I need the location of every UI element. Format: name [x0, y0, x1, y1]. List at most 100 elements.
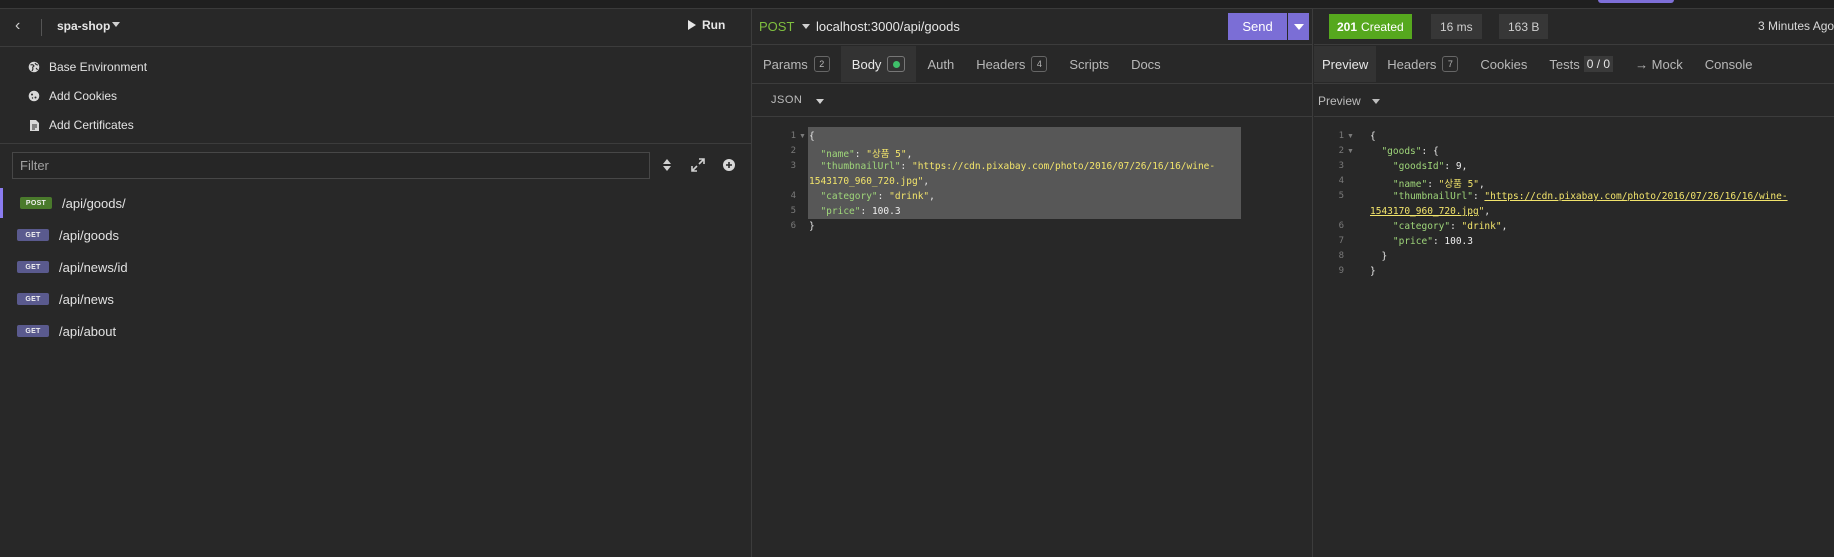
line-number: 1: [790, 131, 796, 141]
chevron-down-icon[interactable]: [1372, 99, 1380, 104]
filter-input[interactable]: [12, 152, 650, 179]
url-input[interactable]: localhost:3000/api/goods: [816, 19, 960, 34]
body-type-bar: JSON: [752, 83, 1313, 117]
window-top-strip: [0, 0, 1834, 9]
add-certificates-item[interactable]: Add Certificates: [27, 116, 134, 134]
request-path: /api/goods: [59, 227, 119, 243]
play-icon: [688, 20, 696, 30]
tab-console[interactable]: Console: [1694, 46, 1764, 82]
count-badge: 7: [1442, 56, 1459, 72]
tab-label: Body: [851, 56, 882, 72]
chevron-down-icon[interactable]: [816, 99, 824, 104]
count-badge: 2: [813, 56, 830, 72]
line-number: 3: [1338, 161, 1344, 171]
chevron-down-icon[interactable]: [112, 22, 120, 27]
json-key: "thumbnailUrl": [1392, 191, 1473, 202]
code-line: "price": 100.3: [820, 206, 901, 217]
json-value: "drink": [889, 191, 930, 202]
request-item-get-about[interactable]: GET /api/about: [0, 316, 752, 346]
request-item-get-news[interactable]: GET /api/news: [0, 284, 752, 314]
back-chevron-icon[interactable]: ‹: [15, 18, 31, 35]
filter-row: [0, 150, 752, 184]
tab-auth[interactable]: Auth: [916, 46, 965, 82]
status-text: Created: [1361, 19, 1404, 34]
json-key: "thumbnailUrl": [820, 161, 901, 172]
method-badge: GET: [17, 293, 49, 305]
tab-response-headers[interactable]: Headers 7: [1376, 46, 1469, 82]
line-number: 4: [790, 191, 796, 201]
json-key: "name": [1392, 179, 1428, 190]
top-accent-pill: [1598, 0, 1674, 3]
send-options-chevron-icon[interactable]: [1288, 13, 1309, 40]
add-cookies-item[interactable]: Add Cookies: [27, 87, 117, 105]
code-line: "goodsId": 9,: [1392, 161, 1468, 172]
sidebar-header: ‹ spa-shop Run: [0, 9, 752, 47]
tab-label: Preview: [1322, 56, 1369, 72]
run-button[interactable]: Run: [688, 18, 725, 32]
preview-mode-bar: Preview: [1314, 83, 1834, 117]
line-number: 7: [1338, 236, 1344, 246]
code-line: {: [809, 131, 815, 142]
preview-mode-selector[interactable]: Preview: [1318, 94, 1361, 108]
send-button[interactable]: Send: [1228, 13, 1287, 40]
method-badge: GET: [17, 325, 49, 337]
fold-caret-icon[interactable]: ▼: [1347, 148, 1354, 155]
json-value: "https://cdn.pixabay.com/photo/2016/07/2…: [911, 161, 1216, 172]
fold-caret-icon[interactable]: ▼: [799, 133, 806, 140]
tab-cookies[interactable]: Cookies: [1469, 46, 1538, 82]
sidebar: ‹ spa-shop Run Base Environment Add Cook…: [0, 9, 752, 557]
response-status-bar: 201 Created 16 ms 163 B 3 Minutes Ago: [1314, 9, 1834, 45]
environment-list: Base Environment Add Cookies Add Certifi…: [0, 48, 752, 144]
json-value: "drink": [1461, 221, 1502, 232]
tab-mock[interactable]: → Mock: [1624, 46, 1694, 82]
code-line: }: [809, 221, 815, 232]
response-timestamp: 3 Minutes Ago: [1758, 19, 1834, 33]
code-line: }: [1370, 251, 1388, 262]
env-item-label: Add Certificates: [49, 118, 134, 132]
request-path: /api/news: [59, 291, 114, 307]
code-line-wrap: 1543170_960_720.jpg",: [809, 176, 930, 187]
json-url-link[interactable]: "https://cdn.pixabay.com/photo/2016/07/2…: [1484, 191, 1787, 202]
status-badge: 201 Created: [1329, 14, 1412, 39]
code-line: "price": 100.3: [1392, 236, 1473, 247]
expand-icon[interactable]: [691, 158, 705, 172]
sort-icon[interactable]: [661, 158, 675, 172]
request-item-get-news-id[interactable]: GET /api/news/id: [0, 252, 752, 282]
line-number: 6: [1338, 221, 1344, 231]
line-number: 5: [1338, 191, 1344, 201]
json-key: "goodsId": [1392, 161, 1445, 172]
workspace-name[interactable]: spa-shop: [57, 19, 110, 33]
base-environment-item[interactable]: Base Environment: [27, 58, 147, 76]
tab-label: Console: [1704, 56, 1753, 72]
cookie-icon: [27, 89, 41, 103]
json-url-link-wrap[interactable]: 1543170_960_720.jpg: [1370, 206, 1479, 217]
fold-caret-icon[interactable]: ▼: [1347, 133, 1354, 140]
tab-params[interactable]: Params 2: [752, 46, 841, 82]
chevron-down-icon[interactable]: [802, 24, 810, 29]
tab-docs[interactable]: Docs: [1120, 46, 1172, 82]
tab-scripts[interactable]: Scripts: [1058, 46, 1120, 82]
request-path: /api/about: [59, 323, 117, 339]
request-item-post-goods[interactable]: POST /api/goods/: [0, 188, 752, 218]
code-line: "name": "상품 5",: [1392, 179, 1485, 190]
line-number: 8: [1338, 251, 1344, 261]
json-key: "price": [1392, 236, 1433, 247]
body-type-selector[interactable]: JSON: [771, 94, 802, 106]
tab-tests[interactable]: Tests 0 / 0: [1538, 46, 1624, 82]
tab-headers[interactable]: Headers 4: [965, 46, 1058, 82]
tab-label: Headers: [976, 56, 1026, 72]
line-number: 3: [790, 161, 796, 171]
response-time: 16 ms: [1431, 14, 1482, 39]
add-circle-icon[interactable]: [722, 158, 736, 172]
request-tabs: Params 2 Body Auth Headers 4 Scripts Docs: [752, 46, 1172, 82]
tab-label: Auth: [927, 56, 955, 72]
request-path: /api/goods/: [62, 195, 126, 211]
tab-body[interactable]: Body: [840, 46, 917, 82]
method-badge: POST: [20, 197, 52, 209]
tab-preview[interactable]: Preview: [1314, 46, 1377, 82]
request-item-get-goods[interactable]: GET /api/goods: [0, 220, 752, 250]
env-item-label: Base Environment: [49, 60, 148, 74]
method-selector[interactable]: POST: [759, 19, 794, 34]
json-value: "상품 5": [866, 149, 907, 160]
code-line: }: [1370, 266, 1376, 277]
